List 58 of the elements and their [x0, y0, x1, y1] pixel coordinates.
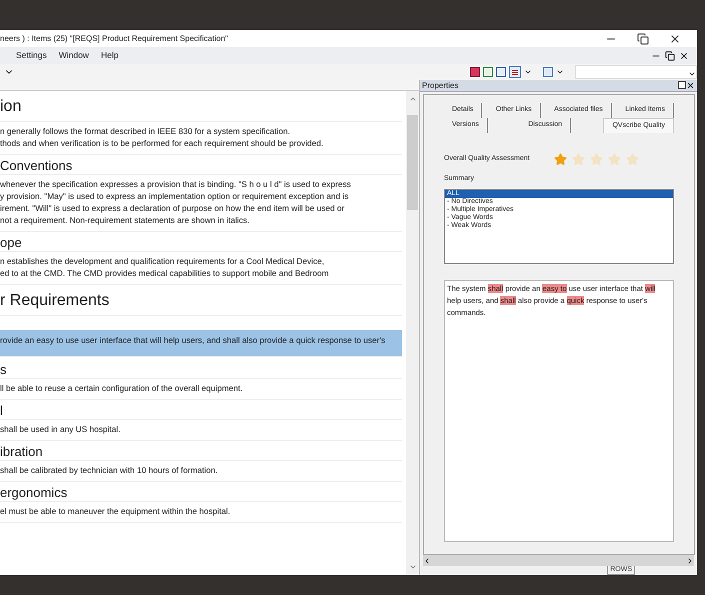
star-icon: [590, 153, 603, 166]
section-heading: Conventions: [0, 157, 72, 174]
panel-title: Properties: [422, 80, 458, 92]
section-heading: s: [0, 361, 6, 378]
horizontal-scrollbar[interactable]: [423, 555, 694, 566]
scroll-up-icon[interactable]: [408, 95, 416, 103]
requirement-row[interactable]: n generally follows the format described in IEEE 830 for a system specification. thods and when verification is to be performed for each requirement should be provided.: [0, 122, 402, 155]
scroll-down-icon[interactable]: [408, 563, 416, 571]
star-icon: [554, 153, 567, 166]
close-icon[interactable]: [679, 50, 689, 60]
restore-icon[interactable]: [665, 50, 675, 60]
star-icon: [608, 153, 621, 166]
document-icon[interactable]: [496, 67, 506, 77]
requirement-row[interactable]: shall be used in any US hospital.: [0, 420, 402, 441]
section-heading: l: [0, 402, 3, 419]
body-text: shall be calibrated by technician with 10 hours of formation.: [0, 464, 219, 476]
star-icon: [572, 153, 585, 166]
menu-item[interactable]: Window: [58, 49, 89, 62]
section-heading: ibration: [0, 443, 43, 460]
close-icon[interactable]: [669, 32, 681, 44]
dropdown-caret-icon[interactable]: [556, 68, 564, 76]
selected-requirement-row[interactable]: rovide an easy to use user interface that will help users, and shall also provide a quick response to user's: [0, 330, 402, 357]
requirement-row[interactable]: shall be calibrated by technician with 10 hours of formation.: [0, 461, 402, 482]
dropdown-caret-icon[interactable]: [524, 68, 532, 76]
body-text: y provision. "May" is used to express an implementation option or requirement exception and is: [0, 190, 350, 202]
body-text: not a requirement. Non-requirement statements are shown in italics.: [0, 214, 250, 226]
requirement-row[interactable]: ll be able to reuse a certain configuration of the overall equipment.: [0, 379, 402, 400]
body-text: irement. "Will" is used to express a declaration of purpose on how the end item will be used or: [0, 202, 346, 214]
menu-item[interactable]: Help: [100, 49, 118, 62]
body-text: ed to at the CMD. The CMD provides medical capabilities to support mobile and Bedroom: [0, 267, 330, 279]
section-heading: r Requirements: [0, 291, 110, 311]
section-heading: ion: [0, 97, 22, 117]
scroll-left-icon[interactable]: [423, 556, 431, 564]
body-text: whenever the specification expresses a provision that is binding. "S h o u l d" is used to express: [0, 178, 352, 190]
requirement-row[interactable]: el must be able to maneuver the equipment within the hospital.: [0, 502, 402, 523]
restore-icon[interactable]: [637, 32, 649, 44]
body-text: el must be able to maneuver the equipment within the hospital.: [0, 505, 232, 517]
scroll-right-icon[interactable]: [686, 556, 694, 564]
body-text: thods and when verification is to be performed for each requirement should be provided.: [0, 137, 324, 149]
menu-item[interactable]: Settings: [16, 49, 47, 62]
dropdown-caret-icon[interactable]: [688, 70, 696, 78]
body-text: shall be used in any US hospital.: [0, 423, 122, 435]
spreadsheet-icon[interactable]: [483, 67, 493, 77]
search-field[interactable]: [575, 65, 697, 79]
body-text: ll be able to reuse a certain configuration of the overall equipment.: [0, 382, 244, 394]
close-icon[interactable]: [686, 81, 695, 90]
section-heading: ope: [0, 234, 22, 251]
star-icon: [626, 153, 639, 166]
body-text: rovide an easy to use user interface that will help users, and shall also provide a quick response to user's: [0, 334, 386, 346]
list-icon[interactable]: [509, 66, 521, 78]
body-text: n establishes the development and qualification requirements for a Cool Medical Device,: [0, 255, 326, 267]
scrollbar-thumb[interactable]: [407, 115, 418, 210]
requirement-row[interactable]: n establishes the development and qualification requirements for a Cool Medical Device, ed to at the CMD. The CMD provides medical capabilities to support mobile and Bedroom: [0, 252, 402, 285]
pin-icon[interactable]: [678, 81, 686, 89]
window-title: neers ) : Items (25) "[REQS] Product Requirement Specification": [0, 32, 228, 44]
vertical-scrollbar[interactable]: [406, 91, 419, 575]
section-heading: ergonomics: [0, 484, 68, 501]
body-text: n generally follows the format described in IEEE 830 for a system specification.: [0, 125, 292, 137]
